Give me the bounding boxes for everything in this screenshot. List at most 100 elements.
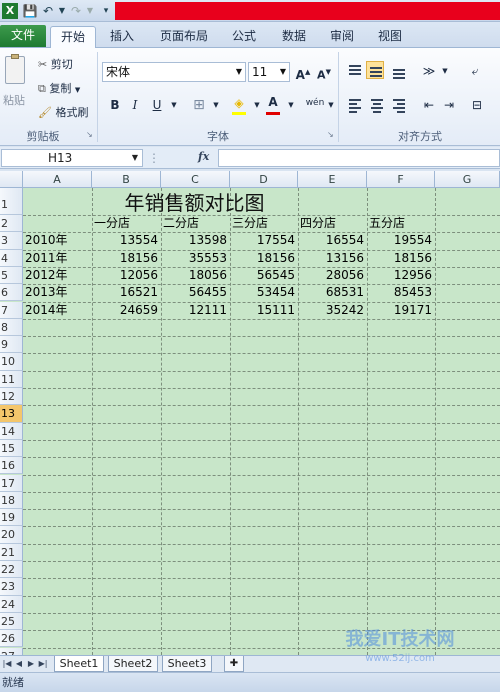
row-header-7[interactable]: 7 bbox=[0, 301, 23, 319]
font-color-icon[interactable]: A bbox=[264, 93, 282, 111]
store-header-cell[interactable]: 五分店 bbox=[369, 215, 435, 232]
value-cell[interactable]: 18156 bbox=[92, 250, 161, 267]
row-header-22[interactable]: 22 bbox=[0, 561, 23, 579]
grow-font-icon[interactable]: A▲ bbox=[294, 63, 312, 82]
column-header-b[interactable]: B bbox=[92, 171, 161, 188]
store-header-cell[interactable]: 二分店 bbox=[163, 215, 230, 232]
shrink-font-icon[interactable]: A▼ bbox=[315, 63, 333, 82]
year-cell[interactable]: 2012年 bbox=[25, 267, 92, 284]
row-header-13[interactable]: 13 bbox=[0, 405, 23, 423]
chevron-down-icon[interactable]: ▼ bbox=[207, 96, 225, 114]
chevron-down-icon[interactable]: ▼ bbox=[436, 62, 454, 80]
store-header-cell[interactable]: 四分店 bbox=[300, 215, 367, 232]
fill-color-icon[interactable]: ◈ bbox=[230, 94, 248, 112]
tab-page-layout[interactable]: 页面布局 bbox=[152, 26, 216, 48]
sheet-tab-sheet2[interactable]: Sheet2 bbox=[108, 656, 158, 672]
last-sheet-icon[interactable]: ▶| bbox=[38, 658, 48, 670]
sheet-title-cell[interactable]: 年销售额对比图 bbox=[23, 188, 366, 215]
value-cell[interactable]: 12056 bbox=[92, 267, 161, 284]
value-cell[interactable]: 12956 bbox=[367, 267, 435, 284]
row-header-6[interactable]: 6 bbox=[0, 284, 23, 302]
store-header-cell[interactable]: 三分店 bbox=[232, 215, 298, 232]
tab-formulas[interactable]: 公式 bbox=[224, 26, 264, 48]
merge-center-icon[interactable]: ⊟ bbox=[468, 96, 486, 114]
value-cell[interactable]: 18056 bbox=[161, 267, 230, 284]
row-header-11[interactable]: 11 bbox=[0, 370, 23, 388]
tab-insert[interactable]: 插入 bbox=[104, 26, 140, 48]
value-cell[interactable]: 35553 bbox=[161, 250, 230, 267]
value-cell[interactable]: 12111 bbox=[161, 302, 230, 319]
borders-icon[interactable]: ⊞ bbox=[190, 96, 208, 114]
align-left-icon[interactable] bbox=[346, 96, 364, 114]
align-middle-icon[interactable] bbox=[366, 61, 384, 79]
value-cell[interactable]: 56455 bbox=[161, 284, 230, 301]
insert-function-icon[interactable]: fx bbox=[198, 150, 214, 166]
value-cell[interactable]: 18156 bbox=[230, 250, 298, 267]
decrease-indent-icon[interactable]: ⇤ bbox=[420, 96, 438, 114]
redo-dropdown-icon[interactable]: ▼ bbox=[82, 3, 98, 19]
column-header-g[interactable]: G bbox=[435, 171, 500, 188]
row-header-8[interactable]: 8 bbox=[0, 318, 23, 337]
row-header-3[interactable]: 3 bbox=[0, 232, 23, 250]
select-all-corner[interactable] bbox=[0, 171, 23, 188]
value-cell[interactable]: 28056 bbox=[298, 267, 367, 284]
value-cell[interactable]: 17554 bbox=[230, 232, 298, 249]
value-cell[interactable]: 35242 bbox=[298, 302, 367, 319]
value-cell[interactable]: 13598 bbox=[161, 232, 230, 249]
row-header-23[interactable]: 23 bbox=[0, 578, 23, 596]
row-header-25[interactable]: 25 bbox=[0, 612, 23, 631]
align-right-icon[interactable] bbox=[390, 96, 408, 114]
sheet-tab-sheet3[interactable]: Sheet3 bbox=[162, 656, 212, 672]
align-center-icon[interactable] bbox=[368, 96, 386, 114]
row-header-1[interactable]: 1 bbox=[0, 188, 23, 215]
row-header-19[interactable]: 19 bbox=[0, 509, 23, 527]
value-cell[interactable]: 13156 bbox=[298, 250, 367, 267]
value-cell[interactable]: 18156 bbox=[367, 250, 435, 267]
customize-toolbar-icon[interactable]: ▾ bbox=[98, 3, 114, 19]
row-header-21[interactable]: 21 bbox=[0, 543, 23, 561]
tab-data[interactable]: 数据 bbox=[276, 26, 312, 48]
italic-icon[interactable]: I bbox=[126, 96, 144, 114]
value-cell[interactable]: 13554 bbox=[92, 232, 161, 249]
store-header-cell[interactable]: 一分店 bbox=[94, 215, 161, 232]
worksheet-grid[interactable]: ABCDEFG 1 2 3 4 5 6 7 8 9 10 11 12 13 14 15 16 17 18 19 20 2… bbox=[0, 171, 500, 655]
increase-indent-icon[interactable]: ⇥ bbox=[440, 96, 458, 114]
formula-input[interactable] bbox=[218, 149, 500, 167]
value-cell[interactable]: 15111 bbox=[230, 302, 298, 319]
align-bottom-icon[interactable] bbox=[390, 62, 408, 80]
column-header-f[interactable]: F bbox=[367, 171, 435, 188]
row-header-10[interactable]: 10 bbox=[0, 353, 23, 371]
value-cell[interactable]: 19554 bbox=[367, 232, 435, 249]
sheet-tab-sheet1[interactable]: Sheet1 bbox=[54, 656, 104, 672]
row-header-5[interactable]: 5 bbox=[0, 266, 23, 285]
next-sheet-icon[interactable]: ▶ bbox=[26, 658, 36, 670]
underline-icon[interactable]: U bbox=[148, 96, 166, 114]
copy-button[interactable]: ⧉ 复制 ▼ bbox=[38, 80, 80, 96]
wrap-text-icon[interactable]: ⤶ bbox=[466, 62, 484, 80]
year-cell[interactable]: 2014年 bbox=[25, 302, 92, 319]
value-cell[interactable]: 16554 bbox=[298, 232, 367, 249]
format-painter-button[interactable]: 🖌 格式刷 bbox=[38, 104, 88, 120]
row-header-9[interactable]: 9 bbox=[0, 336, 23, 354]
name-box[interactable]: H13 ▼ bbox=[1, 149, 143, 167]
paste-button[interactable]: 粘贴 bbox=[3, 52, 29, 122]
value-cell[interactable]: 85453 bbox=[367, 284, 435, 301]
prev-sheet-icon[interactable]: ◀ bbox=[14, 658, 24, 670]
column-header-c[interactable]: C bbox=[161, 171, 230, 188]
save-icon[interactable]: 💾 bbox=[22, 3, 38, 19]
value-cell[interactable]: 56545 bbox=[230, 267, 298, 284]
tab-home[interactable]: 开始 bbox=[50, 26, 96, 48]
year-cell[interactable]: 2011年 bbox=[25, 250, 92, 267]
chevron-down-icon[interactable]: ▼ bbox=[165, 96, 183, 114]
row-header-24[interactable]: 24 bbox=[0, 595, 23, 613]
row-header-27[interactable]: 27 bbox=[0, 647, 23, 655]
tab-view[interactable]: 视图 bbox=[372, 26, 408, 48]
value-cell[interactable]: 19171 bbox=[367, 302, 435, 319]
row-header-15[interactable]: 15 bbox=[0, 439, 23, 458]
value-cell[interactable]: 53454 bbox=[230, 284, 298, 301]
cut-button[interactable]: ✂ 剪切 bbox=[38, 56, 73, 72]
column-header-d[interactable]: D bbox=[230, 171, 298, 188]
row-header-18[interactable]: 18 bbox=[0, 491, 23, 510]
year-cell[interactable]: 2013年 bbox=[25, 284, 92, 301]
value-cell[interactable]: 24659 bbox=[92, 302, 161, 319]
